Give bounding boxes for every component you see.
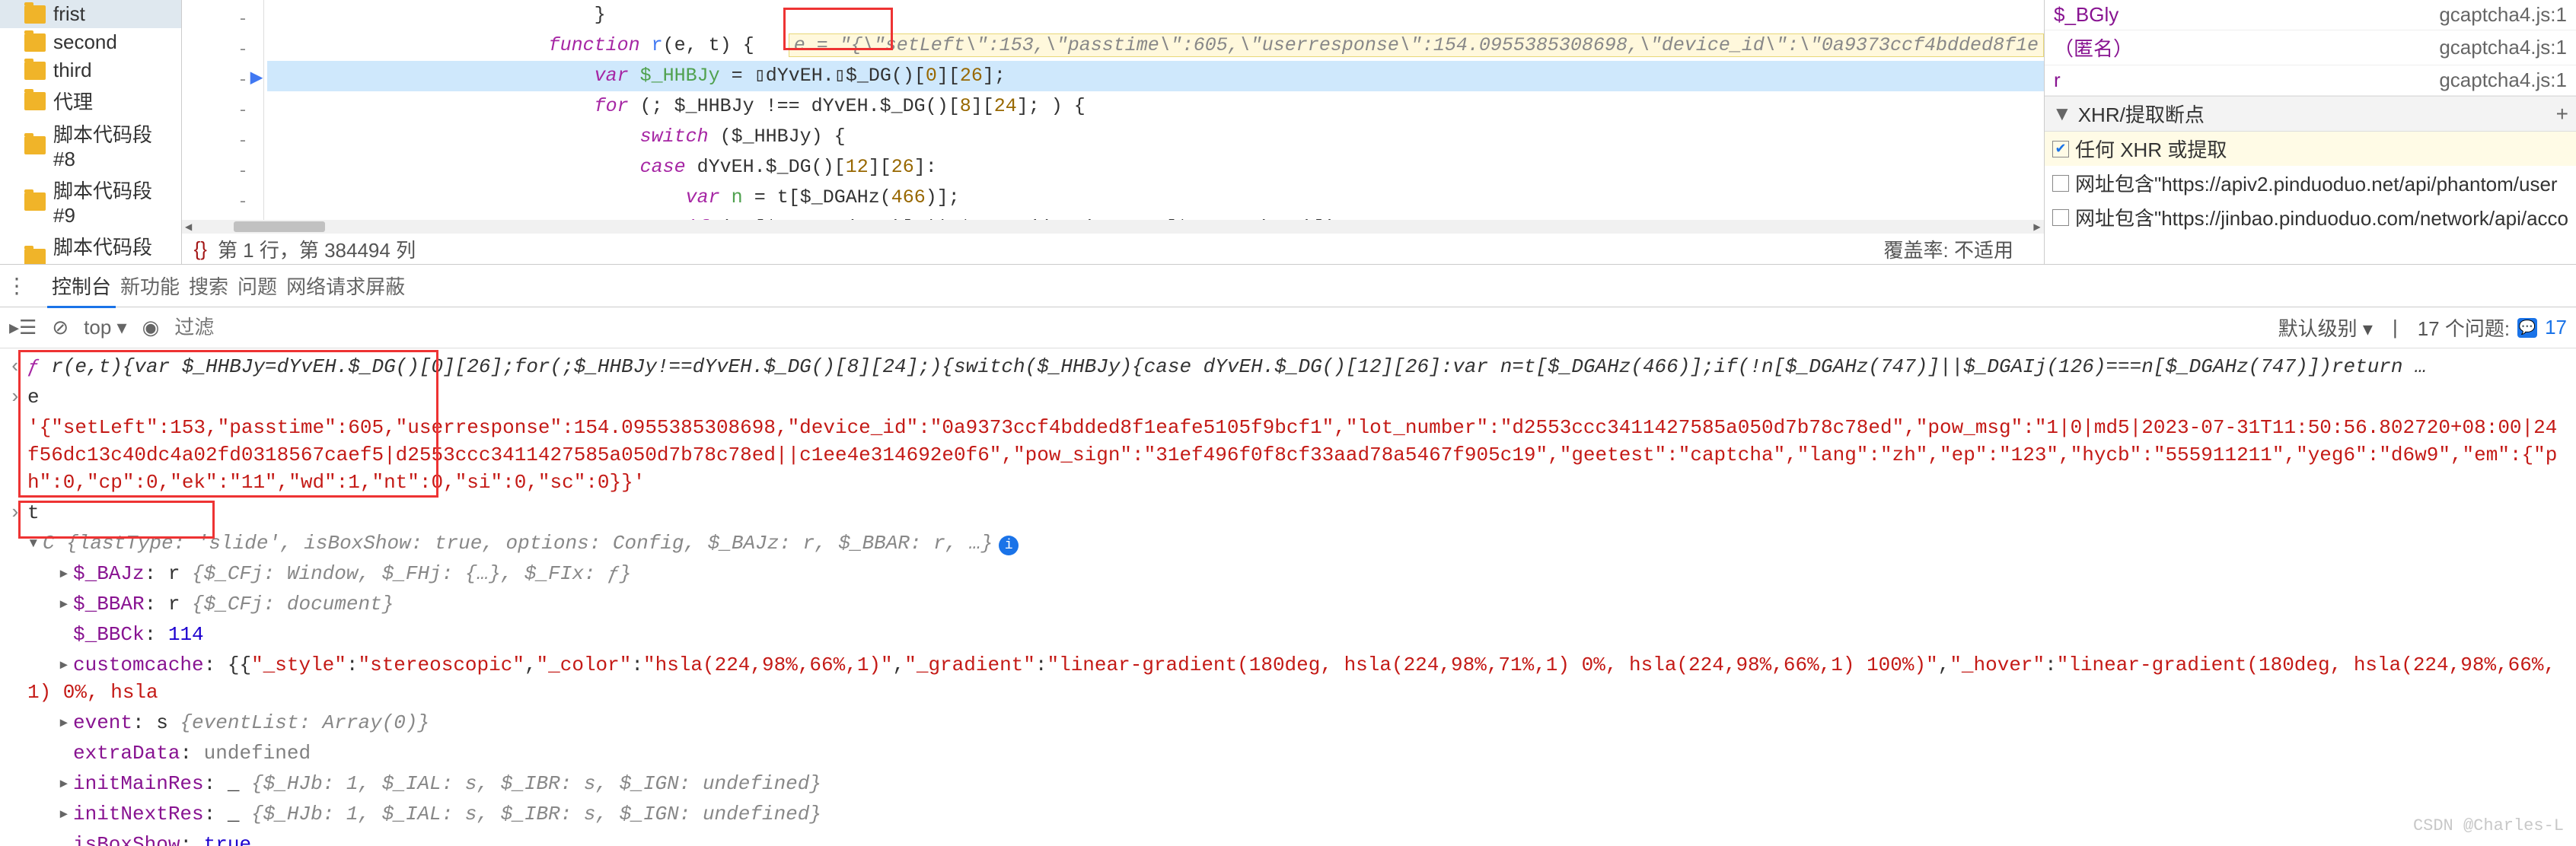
console-row[interactable]: $_BBCk: 114 (0, 619, 2576, 650)
code-line[interactable]: var $_HHBJy = ▯dYvEH.▯$_DG()[0][26]; (267, 61, 2044, 91)
file-label: third (53, 59, 92, 82)
file-tree-item[interactable]: frist (0, 0, 181, 28)
console-row[interactable]: '{"setLeft":153,"passtime":605,"userresp… (0, 412, 2576, 498)
file-label: 脚本代码段 #10 (53, 232, 175, 264)
console-row[interactable]: ▸customcache: {{"_style":"stereoscopic",… (0, 650, 2576, 708)
pretty-print-icon[interactable]: {} (194, 237, 207, 261)
code-editor[interactable]: ---▶----- } function r(e, t) { e = "{\"s… (182, 0, 2044, 220)
breakpoint-arrow-icon: ▶ (250, 64, 263, 94)
console-row[interactable]: ▸initNextRes: _ {$_HJb: 1, $_IAL: s, $_I… (0, 799, 2576, 829)
checkbox[interactable] (2052, 141, 2069, 157)
code-line[interactable]: if (!n[$_DGAHz(747)] || $_DGAIj(126) ===… (267, 213, 2044, 220)
drawer-menu-icon[interactable]: ⋮ (6, 273, 27, 298)
xhr-breakpoints-header[interactable]: ▼XHR/提取断点+ (2045, 96, 2576, 132)
add-breakpoint-icon[interactable]: + (2556, 102, 2568, 126)
console-toolbar: ▸☰ ⊘ top ▾ ◉ 默认级别 ▾ | 17 个问题: 💬 17 (0, 307, 2576, 348)
gutter: ---▶----- (182, 0, 264, 220)
live-expression-icon[interactable]: ◉ (142, 316, 160, 339)
drawer-tab[interactable]: 网络请求屏蔽 (282, 268, 410, 306)
drawer-tab[interactable]: 问题 (233, 268, 282, 306)
xhr-breakpoint-row[interactable]: 网址包含"https://apiv2.pinduoduo.net/api/pha… (2045, 166, 2576, 200)
folder-icon (24, 5, 46, 24)
breakpoint-label: 网址包含"https://apiv2.pinduoduo.net/api/pha… (2075, 169, 2558, 197)
callstack-frame[interactable]: rgcaptcha4.js:1 (2045, 65, 2576, 96)
folder-icon (24, 249, 46, 264)
file-tree-item[interactable]: second (0, 28, 181, 56)
file-label: frist (53, 2, 85, 26)
drawer-tabs: ⋮ 控制台新功能搜索问题网络请求屏蔽 (0, 265, 2576, 307)
code-line[interactable]: } (267, 0, 2044, 30)
folder-icon (24, 92, 46, 110)
console-row[interactable]: ‹ƒ r(e,t){var $_HHBJy=dYvEH.$_DG()[0][26… (0, 351, 2576, 382)
drawer-tab[interactable]: 新功能 (116, 268, 184, 306)
coverage-label: 覆盖率: 不适用 (1884, 235, 2013, 263)
callstack-frame[interactable]: $_BGlygcaptcha4.js:1 (2045, 0, 2576, 30)
xhr-breakpoint-row[interactable]: 网址包含"https://jinbao.pinduoduo.com/networ… (2045, 200, 2576, 234)
console-row[interactable]: ›t (0, 498, 2576, 528)
file-label: 代理 (53, 87, 93, 115)
horizontal-scrollbar[interactable]: ◀ ▶ (182, 220, 2044, 234)
console-row[interactable]: ▸$_BBAR: r {$_CFj: document} (0, 589, 2576, 619)
folder-icon (24, 192, 46, 211)
console-row[interactable]: ▸event: s {eventList: Array(0)} (0, 708, 2576, 738)
breakpoint-label: 网址包含"https://jinbao.pinduoduo.com/networ… (2075, 203, 2568, 231)
console-row[interactable]: ›e (0, 382, 2576, 412)
source-panel: ---▶----- } function r(e, t) { e = "{\"s… (182, 0, 2044, 264)
callstack-frame[interactable]: （匿名）gcaptcha4.js:1 (2045, 30, 2576, 65)
watermark: CSDN @Charles-L (2413, 813, 2564, 840)
file-label: 脚本代码段 #8 (53, 119, 175, 171)
checkbox[interactable] (2052, 175, 2069, 192)
code-line[interactable]: for (; $_HHBJy !== dYvEH.$_DG()[8][24]; … (267, 91, 2044, 122)
code-line[interactable]: var n = t[$_DGAHz(466)]; (267, 183, 2044, 213)
code-line[interactable]: case dYvEH.$_DG()[12][26]: (267, 152, 2044, 183)
log-level-selector[interactable]: 默认级别 ▾ (2278, 313, 2373, 342)
file-label: 脚本代码段 #9 (53, 176, 175, 227)
file-tree-item[interactable]: third (0, 56, 181, 84)
console-row[interactable]: extraData: undefined (0, 738, 2576, 768)
file-tree-item[interactable]: 代理 (0, 84, 181, 117)
drawer-tab[interactable]: 搜索 (184, 268, 233, 306)
editor-status: {} 第 1 行，第 384494 列 覆盖率: 不适用 (182, 234, 2044, 264)
console-filter-input[interactable] (174, 316, 2262, 339)
xhr-breakpoint-row[interactable]: 任何 XHR 或提取 (2045, 132, 2576, 166)
issues-counter[interactable]: 17 个问题: 💬 17 (2418, 313, 2567, 342)
cursor-position: 第 1 行，第 384494 列 (218, 235, 416, 263)
debugger-sidebar: $_BGlygcaptcha4.js:1（匿名）gcaptcha4.js:1rg… (2044, 0, 2576, 264)
context-selector[interactable]: top ▾ (84, 316, 126, 339)
breakpoint-label: 任何 XHR 或提取 (2075, 135, 2227, 163)
file-tree-item[interactable]: 脚本代码段 #9 (0, 173, 181, 230)
toggle-sidebar-icon[interactable]: ▸☰ (9, 316, 37, 339)
console-row[interactable]: ▸$_BAJz: r {$_CFj: Window, $_FHj: {…}, $… (0, 558, 2576, 589)
scroll-thumb[interactable] (234, 221, 325, 232)
folder-icon (24, 62, 46, 80)
file-tree-item[interactable]: 脚本代码段 #8 (0, 117, 181, 173)
info-icon[interactable]: i (999, 536, 1019, 555)
file-tree[interactable]: frist second third 代理脚本代码段 #8脚本代码段 #9 脚本代码段 … (0, 0, 182, 264)
console-row[interactable]: ▸initMainRes: _ {$_HJb: 1, $_IAL: s, $_I… (0, 768, 2576, 799)
issue-icon: 💬 (2517, 318, 2537, 338)
console-row[interactable]: isBoxShow: true (0, 829, 2576, 846)
folder-icon (24, 136, 46, 154)
checkbox[interactable] (2052, 209, 2069, 226)
code-line[interactable]: switch ($_HHBJy) { (267, 122, 2044, 152)
file-tree-item[interactable]: 脚本代码段 #10 (0, 230, 181, 264)
console-output[interactable]: CSDN @Charles-L ‹ƒ r(e,t){var $_HHBJy=dY… (0, 348, 2576, 846)
clear-console-icon[interactable]: ⊘ (52, 316, 69, 339)
drawer-tab[interactable]: 控制台 (47, 268, 116, 308)
console-row[interactable]: ▾C {lastType: 'slide', isBoxShow: true, … (0, 528, 2576, 558)
code-line[interactable]: function r(e, t) { e = "{\"setLeft\":153… (267, 30, 2044, 61)
file-label: second (53, 30, 117, 54)
folder-icon (24, 33, 46, 52)
